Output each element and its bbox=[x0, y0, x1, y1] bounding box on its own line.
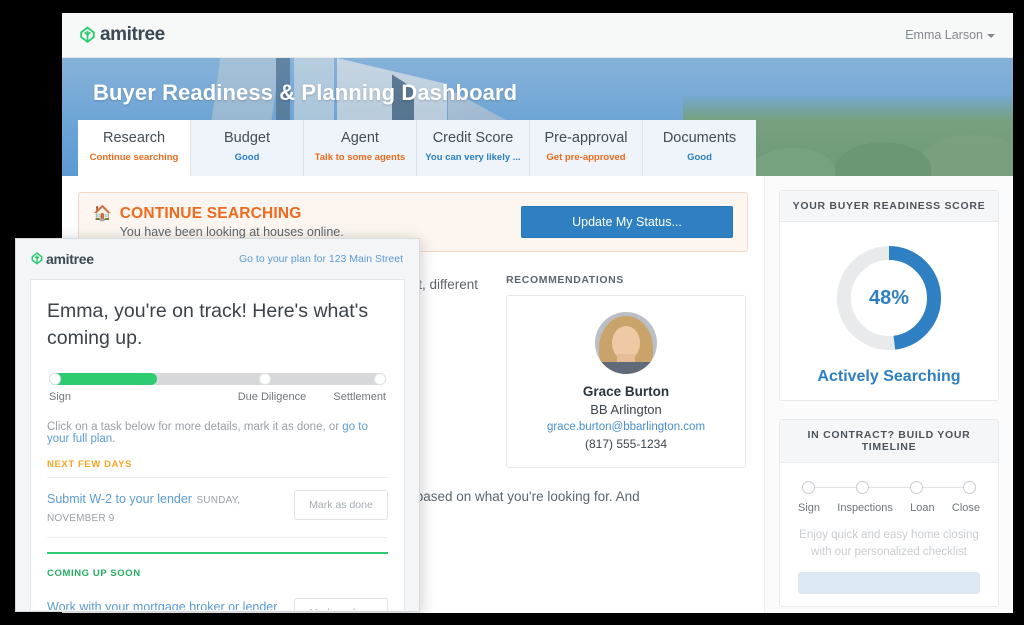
hint-end: . bbox=[112, 433, 116, 445]
tab-label: Pre-approval bbox=[544, 130, 628, 146]
tab-label: Credit Score bbox=[432, 130, 514, 146]
chevron-down-icon bbox=[987, 34, 995, 38]
timeline-step-loan[interactable] bbox=[909, 481, 923, 494]
timeline-label: Close bbox=[951, 502, 980, 514]
readiness-status-label: Actively Searching bbox=[817, 368, 961, 385]
tab-agent[interactable]: Agent Talk to some agents bbox=[304, 120, 417, 176]
timeline-line bbox=[809, 487, 969, 488]
agent-email-link[interactable]: grace.burton@bbarlington.com bbox=[517, 419, 735, 436]
progress-label-due-diligence: Due Diligence bbox=[237, 391, 307, 403]
page-title: Buyer Readiness & Planning Dashboard bbox=[93, 80, 518, 105]
task-title[interactable]: Work with your mortgage broker or lender… bbox=[47, 600, 277, 610]
tab-label: Documents bbox=[662, 130, 737, 146]
avatar-shoulder bbox=[595, 362, 657, 374]
progress-label-sign: Sign bbox=[49, 391, 72, 403]
sidebar: YOUR BUYER READINESS SCORE 48% Actively … bbox=[764, 176, 1013, 613]
plan-overlay-window: amitree Go to your plan for 123 Main Str… bbox=[15, 238, 420, 612]
section-heading-coming-up-soon: COMING UP SOON bbox=[47, 568, 141, 579]
tree-logo-icon bbox=[30, 252, 44, 266]
readiness-donut-chart: 48% bbox=[833, 242, 945, 354]
mark-as-done-button[interactable]: Mark as done bbox=[294, 598, 388, 610]
tab-bar: Research Continue searching Budget Good … bbox=[78, 120, 756, 176]
agent-name: Grace Burton bbox=[582, 384, 670, 399]
task-title[interactable]: Submit W-2 to your lender bbox=[47, 492, 192, 506]
progress-label-settlement: Settlement bbox=[333, 391, 386, 403]
overlay-amitree-logo[interactable]: amitree bbox=[30, 251, 94, 267]
overlay-topbar: amitree Go to your plan for 123 Main Str… bbox=[16, 239, 419, 279]
avatar bbox=[595, 312, 657, 374]
readiness-score-body: 48% Actively Searching bbox=[780, 222, 998, 400]
tab-status: You can very likely ... bbox=[425, 152, 521, 163]
overlay-headline: Emma, you're on track! Here's what's com… bbox=[47, 300, 369, 349]
status-banner-title: CONTINUE SEARCHING bbox=[119, 205, 302, 222]
section-divider bbox=[47, 552, 388, 554]
timeline-track bbox=[802, 481, 976, 495]
brand-name: amitree bbox=[100, 24, 165, 45]
timeline-labels: Sign Inspections Loan Close bbox=[798, 502, 980, 514]
tab-credit-score[interactable]: Credit Score You can very likely ... bbox=[417, 120, 530, 176]
status-banner-text: 🏠 CONTINUE SEARCHING You have been looki… bbox=[93, 205, 344, 239]
timeline-cta-button[interactable] bbox=[798, 572, 980, 594]
house-icon: 🏠 bbox=[93, 205, 112, 222]
readiness-score-card: YOUR BUYER READINESS SCORE 48% Actively … bbox=[779, 190, 999, 401]
tree-logo-icon bbox=[78, 25, 97, 45]
tab-status: Get pre-approved bbox=[546, 152, 626, 163]
tab-label: Budget bbox=[224, 130, 270, 146]
user-menu[interactable]: Emma Larson bbox=[905, 28, 995, 42]
tab-status: Continue searching bbox=[89, 152, 179, 163]
recommendations-column: RECOMMENDATIONS Grace Burton BB Arlingto… bbox=[506, 274, 746, 468]
tab-budget[interactable]: Budget Good bbox=[191, 120, 304, 176]
timeline-note: Enjoy quick and easy home closing with o… bbox=[799, 529, 979, 558]
agent-org: BB Arlington bbox=[590, 402, 662, 417]
timeline-label: Loan bbox=[910, 502, 935, 514]
progress-fill bbox=[49, 373, 157, 385]
tab-status: Good bbox=[687, 152, 712, 163]
go-to-plan-link[interactable]: Go to your plan for 123 Main Street bbox=[239, 253, 403, 265]
mark-as-done-button[interactable]: Mark as done bbox=[294, 490, 388, 520]
section-heading-next-few-days: NEXT FEW DAYS bbox=[47, 459, 388, 478]
timeline-body: Sign Inspections Loan Close Enjoy quick … bbox=[780, 463, 998, 606]
task-row[interactable]: Submit W-2 to your lender SUNDAY, NOVEMB… bbox=[47, 478, 388, 538]
tab-documents[interactable]: Documents Good bbox=[643, 120, 756, 176]
app-topbar: amitree Emma Larson bbox=[62, 13, 1013, 58]
user-name: Emma Larson bbox=[905, 28, 983, 42]
timeline-heading: IN CONTRACT? BUILD YOUR TIMELINE bbox=[780, 420, 998, 463]
tab-status: Talk to some agents bbox=[314, 152, 406, 163]
task-text-wrap: Submit W-2 to your lender SUNDAY, NOVEMB… bbox=[47, 490, 284, 526]
progress-marker-settlement[interactable] bbox=[374, 373, 386, 385]
progress-labels: Sign Due Diligence Settlement bbox=[49, 391, 386, 407]
status-banner-subtitle: You have been looking at houses online. bbox=[119, 225, 344, 239]
timeline-step-sign[interactable] bbox=[802, 481, 815, 494]
screenshot-root: amitree Emma Larson Buyer Readiness & Pl… bbox=[0, 0, 1024, 625]
task-row[interactable]: Work with your mortgage broker or lender… bbox=[47, 586, 388, 610]
hint-lead: Click on a task below for more details, … bbox=[47, 421, 343, 433]
progress-marker-due-diligence[interactable] bbox=[258, 373, 271, 385]
tab-pre-approval[interactable]: Pre-approval Get pre-approved bbox=[530, 120, 643, 176]
timeline-step-inspections[interactable] bbox=[855, 481, 869, 494]
readiness-percent: 48% bbox=[868, 286, 910, 309]
agent-phone: (817) 555-1234 bbox=[584, 437, 668, 451]
agent-recommendation-card[interactable]: Grace Burton BB Arlington grace.burton@b… bbox=[506, 295, 746, 468]
timeline-card: IN CONTRACT? BUILD YOUR TIMELINE Sign In… bbox=[779, 419, 999, 607]
update-my-status-button[interactable]: Update My Status... bbox=[521, 206, 733, 238]
plan-hint-text: Click on a task below for more details, … bbox=[47, 421, 388, 445]
tab-label: Agent bbox=[341, 130, 379, 146]
amitree-logo[interactable]: amitree bbox=[78, 24, 165, 46]
overlay-brand-name: amitree bbox=[46, 251, 94, 267]
hero-banner: Buyer Readiness & Planning Dashboard Res… bbox=[62, 58, 1013, 176]
readiness-score-heading: YOUR BUYER READINESS SCORE bbox=[780, 191, 998, 222]
tab-status: Good bbox=[234, 152, 260, 163]
task-text-wrap: Work with your mortgage broker or lender… bbox=[47, 598, 284, 610]
progress-marker-sign[interactable] bbox=[49, 373, 61, 385]
timeline-step-close[interactable] bbox=[963, 481, 976, 494]
plan-progress-bar[interactable] bbox=[49, 372, 386, 386]
tab-research[interactable]: Research Continue searching bbox=[78, 120, 191, 176]
timeline-label: Sign bbox=[798, 502, 821, 514]
tab-label: Research bbox=[102, 130, 166, 146]
recommendations-label: RECOMMENDATIONS bbox=[506, 274, 624, 286]
timeline-label: Inspections bbox=[837, 502, 893, 514]
overlay-content: Emma, you're on track! Here's what's com… bbox=[30, 279, 405, 610]
